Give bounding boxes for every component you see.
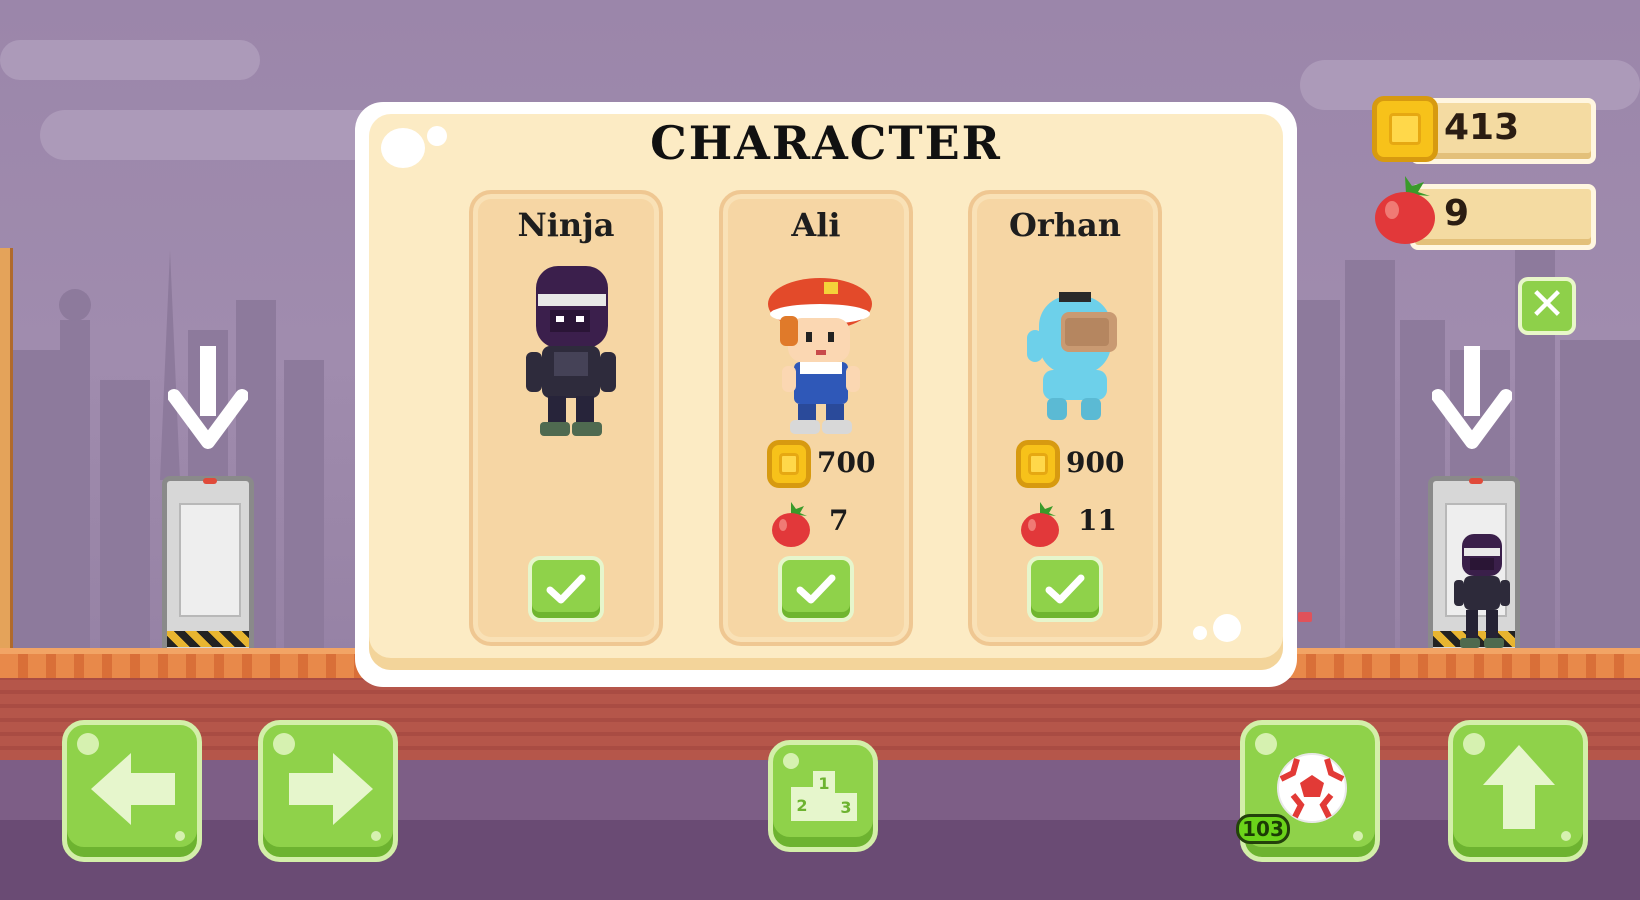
coin-icon	[1372, 96, 1438, 162]
coin-price-row: 700	[767, 440, 897, 490]
small-red-marker	[1298, 612, 1312, 622]
soccer-ball-icon	[1277, 753, 1347, 823]
select-button[interactable]	[1027, 556, 1103, 622]
podium-label: 3	[840, 798, 851, 817]
character-select-dialog: CHARACTER Ninja Ali 700 7 Orhan 900 11	[355, 102, 1297, 687]
arrow-up-icon	[1483, 745, 1555, 829]
checkmark-icon	[546, 574, 586, 604]
select-button[interactable]	[778, 556, 854, 622]
close-icon: ✕	[1528, 279, 1566, 330]
apple-price: 7	[829, 504, 849, 537]
jump-button[interactable]	[1448, 720, 1588, 862]
checkmark-icon	[1045, 574, 1085, 604]
character-card-ninja[interactable]: Ninja	[469, 190, 663, 646]
arrow-left-icon	[91, 753, 175, 825]
orhan-character-icon	[1027, 292, 1117, 420]
ali-character-icon	[768, 278, 872, 434]
character-name: Ninja	[517, 206, 615, 244]
podium-label: 2	[796, 796, 807, 815]
podium-label: 1	[818, 774, 829, 793]
podium-icon: 1 2 3	[791, 771, 857, 821]
character-name: Orhan	[1009, 206, 1121, 244]
coin-count: 413	[1444, 107, 1520, 148]
character-card-orhan[interactable]: Orhan 900 11	[968, 190, 1162, 646]
dialog-panel: CHARACTER Ninja Ali 700 7 Orhan 900 11	[369, 114, 1283, 670]
character-name: Ali	[791, 206, 841, 244]
coin-price-row: 900	[1016, 440, 1146, 490]
apple-icon	[772, 502, 810, 547]
arrow-down-icon	[168, 346, 248, 449]
decor-bubble	[1193, 626, 1207, 640]
decor-bubble	[1213, 614, 1241, 642]
left-wall	[0, 248, 13, 648]
door-light	[203, 478, 217, 484]
apple-price-row: 11	[1016, 498, 1146, 548]
ball-count-badge: 103	[1236, 814, 1290, 844]
arrow-right-icon	[289, 753, 373, 825]
apple-price-row: 7	[767, 498, 897, 548]
coin-icon	[1016, 440, 1060, 488]
coin-icon	[767, 440, 811, 488]
coin-price: 700	[817, 446, 876, 479]
coin-price: 900	[1066, 446, 1125, 479]
apple-icon	[1021, 502, 1059, 547]
door-light	[1469, 478, 1483, 484]
checkmark-icon	[796, 574, 836, 604]
character-card-ali[interactable]: Ali 700 7	[719, 190, 913, 646]
teleport-door	[162, 476, 254, 656]
apple-price: 11	[1078, 504, 1117, 537]
leaderboard-button[interactable]: 1 2 3	[768, 740, 878, 852]
arrow-down-icon	[1432, 346, 1512, 449]
player-ninja-icon	[1454, 534, 1510, 648]
close-button[interactable]: ✕	[1518, 277, 1576, 335]
dialog-title: CHARACTER	[650, 116, 1002, 170]
select-button[interactable]	[528, 556, 604, 622]
move-left-button[interactable]	[62, 720, 202, 862]
move-right-button[interactable]	[258, 720, 398, 862]
ninja-character-icon	[526, 266, 616, 436]
apple-count: 9	[1444, 193, 1470, 234]
apple-icon	[1375, 176, 1435, 244]
